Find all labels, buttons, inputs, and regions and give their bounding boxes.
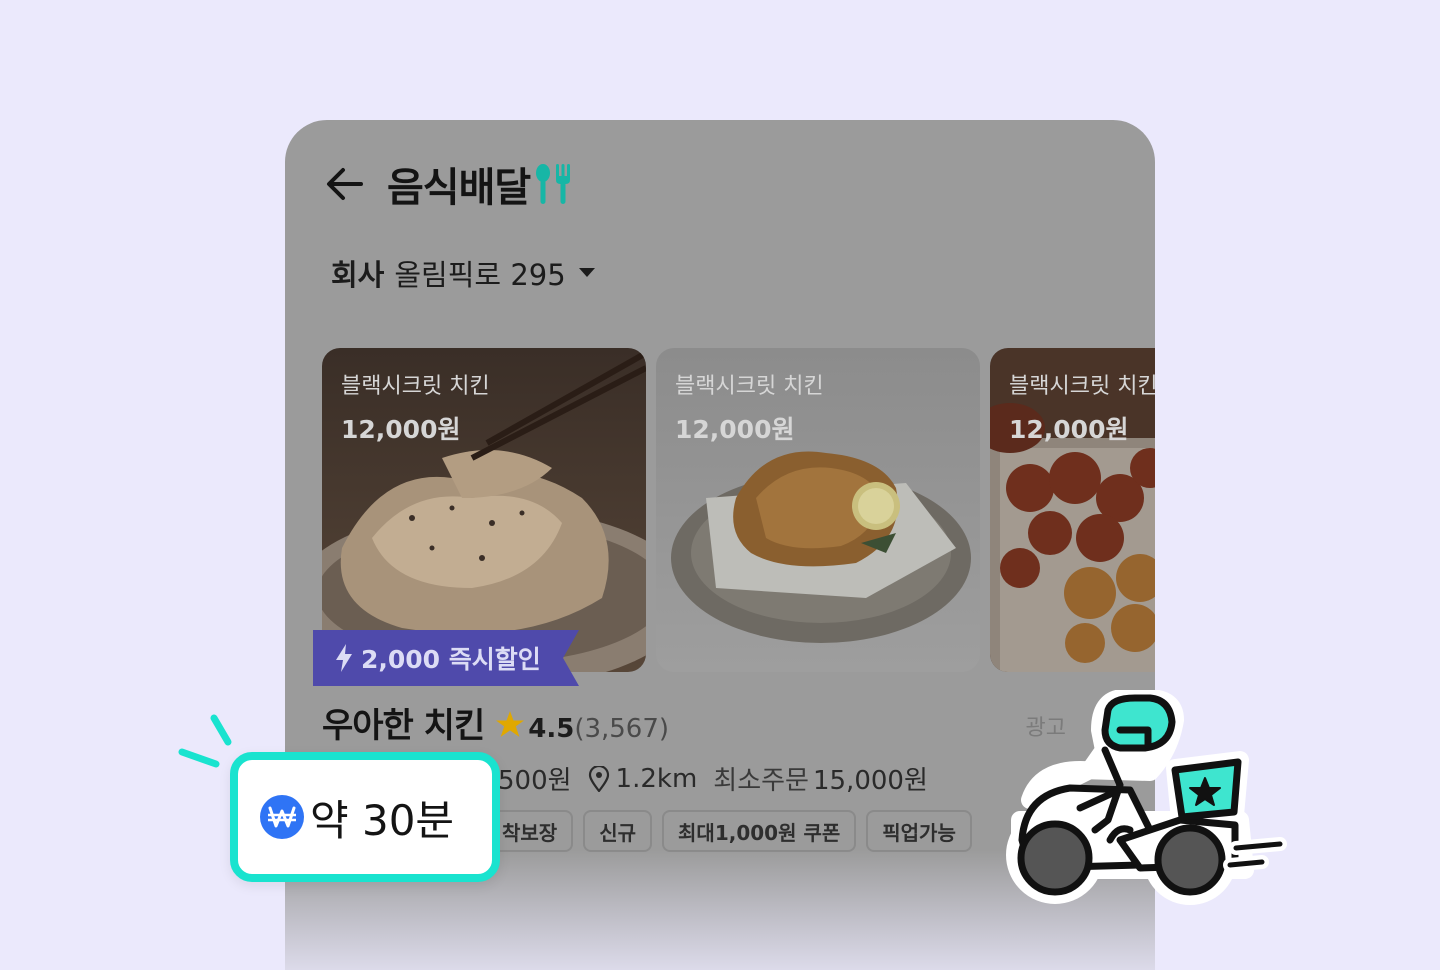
card-price: 12,000원 (1009, 415, 1129, 444)
card-text: 블랙시크릿 치킨 12,000원 (1009, 368, 1155, 446)
min-order: 최소주문 15,000원 (713, 760, 928, 797)
menu-card[interactable]: 블랙시크릿 치킨 12,000원 (322, 348, 646, 672)
rating-value: 4.5 (528, 714, 575, 744)
location-pin-icon (588, 765, 609, 792)
card-text: 블랙시크릿 치킨 12,000원 (341, 368, 490, 446)
header: 음식배달 (321, 156, 572, 212)
min-order-label: 최소주문 (713, 766, 809, 796)
card-price: 12,000원 (341, 415, 461, 444)
back-button[interactable] (321, 160, 369, 208)
card-name: 블랙시크릿 치킨 (675, 374, 824, 399)
address-selector[interactable]: 회사 올림픽로 295 (331, 252, 596, 294)
distance: 1.2km (588, 763, 698, 794)
page-title: 음식배달 (387, 165, 531, 211)
eta-badge: 약 30분 (230, 752, 500, 882)
menu-carousel: 블랙시크릿 치킨 12,000원 블랙시크릿 치킨 12,000원 블랙시크릿 … (322, 348, 1155, 672)
fork-spoon-icon (534, 162, 572, 206)
lightning-icon (336, 644, 352, 672)
caret-down-icon (578, 268, 595, 277)
tag-chip: 최대1,000원 쿠폰 (662, 810, 857, 852)
card-text: 블랙시크릿 치킨 12,000원 (675, 368, 824, 446)
tag-chip: 신규 (583, 810, 653, 852)
card-price: 12,000원 (675, 415, 795, 444)
review-count: (3,567) (574, 714, 670, 744)
delivery-rider-icon (1006, 690, 1287, 905)
tag-chip: 픽업가능 (866, 810, 972, 852)
arrow-left-icon (327, 168, 363, 200)
won-coin-icon (260, 795, 304, 839)
menu-card[interactable]: 블랙시크릿 치킨 12,000원 (990, 348, 1155, 672)
distance-value: 1.2km (615, 763, 698, 794)
address-label: 회사 (331, 258, 385, 292)
discount-label: 2,000 즉시할인 (361, 645, 541, 674)
delivery-fee: 500원 (498, 766, 572, 796)
menu-card[interactable]: 블랙시크릿 치킨 12,000원 (656, 348, 980, 672)
instant-discount-badge: 2,000 즉시할인 (313, 630, 579, 686)
store-name: 우아한 치킨 (322, 706, 485, 746)
address-value: 올림픽로 295 (394, 258, 566, 292)
card-name: 블랙시크릿 치킨 (1009, 374, 1155, 399)
min-order-value: 15,000원 (812, 766, 928, 796)
star-icon (496, 711, 525, 737)
card-name: 블랙시크릿 치킨 (341, 374, 490, 399)
eta-text: 약 30분 (310, 795, 455, 845)
